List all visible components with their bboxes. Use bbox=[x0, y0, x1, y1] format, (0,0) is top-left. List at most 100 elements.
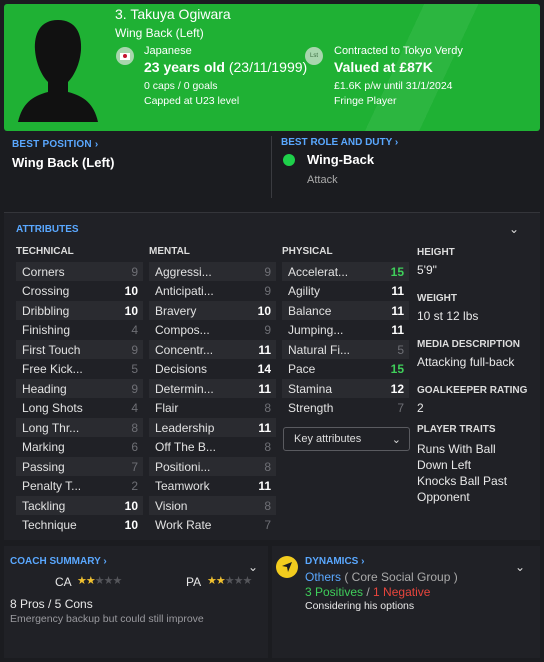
attribute-name: First Touch bbox=[22, 342, 81, 357]
attribute-row[interactable]: Technique 10 bbox=[16, 516, 143, 535]
attribute-row[interactable]: Strength 7 bbox=[282, 399, 409, 418]
attribute-row[interactable]: Jumping... 11 bbox=[282, 321, 409, 340]
attribute-row[interactable]: Accelerat... 15 bbox=[282, 262, 409, 281]
best-position-link[interactable]: BEST POSITION › bbox=[12, 139, 98, 150]
attribute-row[interactable]: Marking 6 bbox=[16, 438, 143, 457]
attribute-row[interactable]: Corners 9 bbox=[16, 262, 143, 281]
attribute-name: Marking bbox=[22, 440, 65, 454]
star-empty-icon: ★ bbox=[103, 575, 114, 587]
attribute-row[interactable]: Agility 11 bbox=[282, 282, 409, 301]
attribute-row[interactable]: Teamwork 11 bbox=[149, 477, 276, 496]
japan-flag-icon[interactable] bbox=[116, 47, 134, 65]
attribute-row[interactable]: Compos... 9 bbox=[149, 321, 276, 340]
attribute-row[interactable]: Anticipati... 9 bbox=[149, 282, 276, 301]
dynamics-link[interactable]: DYNAMICS › bbox=[305, 556, 364, 567]
attribute-row[interactable]: First Touch 9 bbox=[16, 340, 143, 359]
attribute-row[interactable]: Pace 15 bbox=[282, 360, 409, 379]
attribute-name: Long Shots bbox=[22, 401, 83, 415]
ca-label: CA bbox=[55, 575, 72, 589]
attribute-name: Passing bbox=[22, 459, 65, 474]
height-value: 5'9" bbox=[417, 263, 437, 277]
capped-level: Capped at U23 level bbox=[144, 95, 240, 107]
attribute-row[interactable]: Aggressi... 9 bbox=[149, 262, 276, 281]
pros-cons[interactable]: 8 Pros / 5 Cons bbox=[10, 597, 93, 611]
contract-link[interactable]: Contracted to Tokyo Verdy bbox=[334, 45, 463, 57]
attribute-row[interactable]: Tackling 10 bbox=[16, 496, 143, 515]
attribute-name: Strength bbox=[288, 401, 334, 415]
attribute-value: 9 bbox=[131, 381, 138, 396]
attribute-row[interactable]: Passing 7 bbox=[16, 457, 143, 476]
player-trait[interactable]: Knocks Ball Past Opponent bbox=[417, 473, 527, 505]
attribute-row[interactable]: Concentr... 11 bbox=[149, 340, 276, 359]
best-role-link[interactable]: BEST ROLE AND DUTY › bbox=[281, 137, 398, 148]
attribute-row[interactable]: Stamina 12 bbox=[282, 379, 409, 398]
height-heading: HEIGHT bbox=[417, 247, 455, 258]
attribute-value: 15 bbox=[390, 362, 404, 376]
attribute-name: Balance bbox=[288, 303, 332, 318]
attribute-row[interactable]: Decisions 14 bbox=[149, 360, 276, 379]
attribute-name: Leadership bbox=[155, 420, 215, 435]
attribute-row[interactable]: Balance 11 bbox=[282, 301, 409, 320]
attribute-row[interactable]: Work Rate 7 bbox=[149, 516, 276, 535]
attribute-row[interactable]: Dribbling 10 bbox=[16, 301, 143, 320]
attribute-row[interactable]: Vision 8 bbox=[149, 496, 276, 515]
attribute-value: 10 bbox=[124, 498, 138, 513]
attribute-value: 7 bbox=[264, 518, 271, 532]
goalkeeper-rating-value: 2 bbox=[417, 401, 424, 415]
attribute-name: Vision bbox=[155, 498, 188, 513]
attribute-name: Work Rate bbox=[155, 518, 212, 532]
attribute-value: 11 bbox=[391, 303, 404, 318]
attribute-row[interactable]: Leadership 11 bbox=[149, 418, 276, 437]
star-filled-icon: ★ bbox=[85, 575, 96, 587]
attribute-row[interactable]: Penalty T... 2 bbox=[16, 477, 143, 496]
attribute-row[interactable]: Flair 8 bbox=[149, 399, 276, 418]
attribute-row[interactable]: Long Shots 4 bbox=[16, 399, 143, 418]
technical-heading: TECHNICAL bbox=[16, 246, 74, 257]
media-description-value: Attacking full-back bbox=[417, 355, 515, 369]
player-position: Wing Back (Left) bbox=[115, 26, 204, 40]
social-group-link[interactable]: Others bbox=[305, 570, 341, 584]
star-empty-icon: ★ bbox=[112, 575, 123, 587]
attribute-value: 5 bbox=[131, 362, 138, 376]
attribute-value: 7 bbox=[397, 401, 404, 415]
attribute-row[interactable]: Crossing 10 bbox=[16, 282, 143, 301]
attribute-row[interactable]: Free Kick... 5 bbox=[16, 360, 143, 379]
physical-heading: PHYSICAL bbox=[282, 246, 333, 257]
attribute-name: Positioni... bbox=[155, 459, 211, 474]
attribute-value: 11 bbox=[258, 479, 271, 493]
attribute-row[interactable]: Natural Fi... 5 bbox=[282, 340, 409, 359]
club-badge-icon[interactable]: Lst bbox=[305, 47, 323, 65]
attribute-row[interactable]: Determin... 11 bbox=[149, 379, 276, 398]
attribute-name: Tackling bbox=[22, 498, 66, 513]
mental-heading: MENTAL bbox=[149, 246, 190, 257]
attribute-row[interactable]: Positioni... 8 bbox=[149, 457, 276, 476]
caps-goals: 0 caps / 0 goals bbox=[144, 80, 218, 92]
attribute-value: 9 bbox=[131, 342, 138, 357]
attribute-row[interactable]: Finishing 4 bbox=[16, 321, 143, 340]
attribute-value: 8 bbox=[131, 420, 138, 435]
attribute-name: Technique bbox=[22, 518, 77, 532]
attribute-row[interactable]: Bravery 10 bbox=[149, 301, 276, 320]
attribute-row[interactable]: Off The B... 8 bbox=[149, 438, 276, 457]
attribute-value: 10 bbox=[257, 303, 271, 318]
attribute-value: 11 bbox=[258, 342, 271, 357]
attribute-row[interactable]: Heading 9 bbox=[16, 379, 143, 398]
chevron-right-icon: › bbox=[94, 139, 99, 150]
media-description-heading: MEDIA DESCRIPTION bbox=[417, 339, 520, 350]
dynamics-arrow-icon bbox=[276, 556, 298, 578]
attribute-value: 9 bbox=[264, 264, 271, 279]
chevron-down-icon: ⌄ bbox=[391, 433, 401, 446]
star-filled-icon: ★ bbox=[77, 575, 87, 587]
coach-summary-link[interactable]: COACH SUMMARY › bbox=[10, 556, 107, 567]
coach-summary-chevron-down-icon[interactable]: ⌄ bbox=[248, 560, 258, 574]
attribute-name: Long Thr... bbox=[22, 420, 80, 435]
attribute-row[interactable]: Long Thr... 8 bbox=[16, 418, 143, 437]
player-trait[interactable]: Runs With Ball Down Left bbox=[417, 441, 527, 473]
star-filled-icon: ★ bbox=[207, 575, 217, 587]
collapse-attributes-chevron-down-icon[interactable]: ⌄ bbox=[509, 222, 519, 236]
attribute-name: Stamina bbox=[288, 381, 333, 396]
key-attributes-dropdown[interactable]: Key attributes ⌄ bbox=[283, 427, 410, 451]
attribute-value: 10 bbox=[124, 284, 138, 298]
dynamics-chevron-down-icon[interactable]: ⌄ bbox=[515, 560, 525, 574]
player-name: 3. Takuya Ogiwara bbox=[115, 6, 231, 22]
